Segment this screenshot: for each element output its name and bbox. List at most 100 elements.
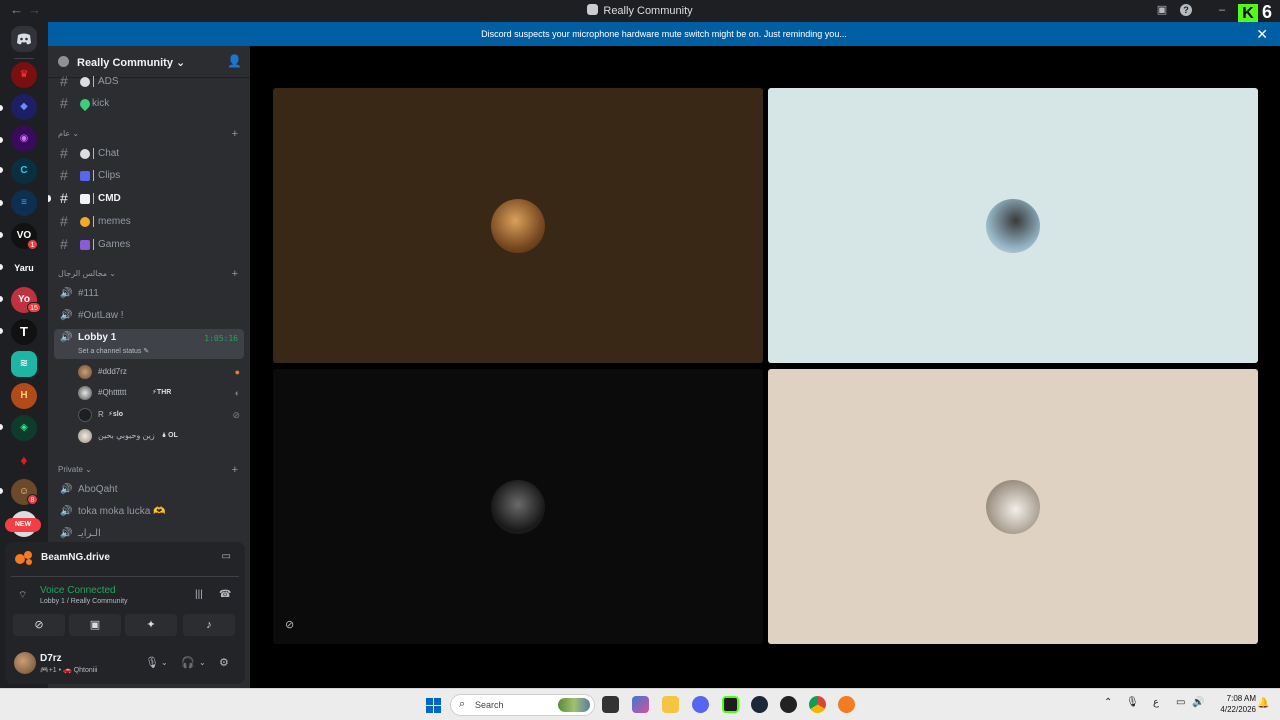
speaker-icon: 🔊 [60,528,73,539]
channel-label: Clips [98,170,121,181]
username[interactable]: D7rz [40,653,62,664]
c-logo-icon: C [20,165,28,176]
voice-connected-status[interactable]: Voice Connected [40,585,116,596]
invite-icon[interactable]: 👤 [227,54,242,68]
share-screen-button[interactable]: ▣ [69,614,121,636]
server-red[interactable]: ♛ [11,62,37,88]
channel-memes[interactable]: # memes [54,211,244,232]
category-general[interactable]: عام ⌄ + [58,126,244,142]
channel-games[interactable]: # Games [54,234,244,255]
user-tag: 🌢 OL [162,432,178,439]
server-c[interactable]: C [11,158,37,184]
channel-clips[interactable]: # Clips [54,165,244,186]
inbox-icon[interactable]: ▣ [1156,4,1168,16]
participant-tile[interactable] [768,369,1258,644]
server-green[interactable]: ◈ [11,415,37,441]
voice-channel-path[interactable]: Lobby 1 / Really Community [40,598,128,605]
beamng-taskbar-icon[interactable] [838,696,855,713]
camera-off-button[interactable]: ⊘ [13,614,65,636]
steam-icon[interactable] [751,696,768,713]
mention-badge: 8 [27,494,38,505]
chevron-down-icon[interactable]: ⌄ [161,658,168,667]
channel-label: memes [98,216,131,227]
activities-icon: ✦ [146,619,156,631]
avatar[interactable] [14,652,36,674]
volume-icon[interactable]: 🔊 [1192,697,1204,708]
notification-bell-icon[interactable]: 🔔 [1257,698,1269,709]
kick-taskbar-icon[interactable] [722,696,739,713]
add-channel-icon[interactable]: + [232,266,238,282]
user-tag: ⚡slo [108,411,124,418]
server-diamond[interactable]: ◆ [11,94,37,120]
server-purple[interactable]: ◉ [11,126,37,152]
participant-tile[interactable] [273,88,763,363]
server-teal[interactable]: ≋ [11,351,37,377]
disconnect-icon[interactable]: ☎ [219,589,231,600]
voice-channel-outlaw[interactable]: 🔊 #OutLaw ! [54,305,244,326]
participant-avatar [986,480,1040,534]
voice-channel-111[interactable]: 🔊 #111 [54,283,244,304]
muted-mic-icon[interactable]: ⊘ [285,618,294,631]
user-status: 🎮+1 • 🚗 Qhtoniii [40,667,98,674]
voice-user[interactable]: R ⚡slo ⊘ [76,406,244,424]
network-icon[interactable]: ▭ [1176,697,1185,708]
add-channel-icon[interactable]: + [232,462,238,478]
category-voice[interactable]: مجالس الرجال ⌄ + [58,266,244,282]
microphone-icon[interactable]: 🎙 [1126,697,1139,708]
server-pin[interactable]: ♦ [11,447,37,473]
stream-game-icon[interactable]: ▭ [222,551,231,562]
server-yaru[interactable]: Yaru [11,255,37,281]
voice-channel-lobby-1[interactable]: 🔊 Lobby 1 1:05:16 Set a channel status ✎ [54,329,244,359]
voice-user[interactable]: #Qhtttttt ⚡THR ◐ [76,384,244,402]
voice-channel-arabic[interactable]: 🔊 الـرايـ [54,523,244,544]
channel-ads[interactable]: # ADS [54,71,244,92]
participant-tile[interactable] [768,88,1258,363]
chrome-icon[interactable] [809,696,826,713]
server-t[interactable]: T [11,319,37,345]
copilot-icon[interactable] [632,696,649,713]
windows-start-icon[interactable] [426,698,441,713]
taskbar-search[interactable]: ⌕ Search [450,694,595,716]
channel-kick[interactable]: # kick [54,93,244,114]
category-private[interactable]: Private ⌄ + [58,462,244,478]
add-channel-icon[interactable]: + [232,126,238,142]
voice-channel-toka[interactable]: 🔊 toka moka lucka 🫶 [54,501,244,522]
voice-user[interactable]: زين وحبوبي بحين 🌢 OL [76,427,244,445]
chevron-up-icon[interactable]: ⌃ [1104,697,1112,708]
discord-taskbar-icon[interactable] [692,696,709,713]
server-stripes[interactable]: ≡ [11,190,37,216]
help-icon[interactable]: ? [1180,4,1192,16]
microphone-icon[interactable]: 🎙 [145,656,159,669]
pin-icon: ♦ [20,452,28,468]
channel-cmd[interactable]: # CMD [48,188,244,209]
noise-suppression-icon[interactable]: ||| [195,589,203,600]
system-clock[interactable]: 7:08 AM 4/22/2026 [1210,693,1256,715]
voice-channel-aboqaht[interactable]: 🔊 AboQaht [54,479,244,500]
settings-gear-icon[interactable]: ⚙ [219,656,229,669]
voice-user[interactable]: #ddd7rz ● [76,363,244,381]
participant-tile[interactable] [273,369,763,644]
channel-chat[interactable]: # Chat [54,143,244,164]
input-language[interactable]: ع [1153,697,1159,708]
task-view-icon[interactable] [602,696,619,713]
home-button[interactable] [11,26,37,52]
obs-icon[interactable] [780,696,797,713]
channel-label: CMD [98,193,121,204]
chevron-down-icon[interactable]: ⌄ [199,658,206,667]
soundboard-button[interactable]: ♪ [183,614,235,636]
minimize-icon[interactable]: – [1216,4,1228,16]
signal-icon[interactable]: ⌔ [18,589,27,602]
emoji-face-icon [80,217,90,227]
headphones-icon[interactable]: 🎧 [181,656,195,669]
close-icon[interactable]: ✕ [1256,22,1268,46]
unread-pip [0,232,3,238]
server-h[interactable]: H [11,383,37,409]
green-heart-icon [77,96,93,112]
set-channel-status[interactable]: Set a channel status ✎ [78,347,149,355]
notice-banner: Discord suspects your microphone hardwar… [48,22,1280,46]
activities-button[interactable]: ✦ [125,614,177,636]
file-explorer-icon[interactable] [662,696,679,713]
voice-user-name: #ddd7rz [98,367,127,376]
gamepad-icon [80,240,90,250]
clipboard-icon [80,194,90,204]
